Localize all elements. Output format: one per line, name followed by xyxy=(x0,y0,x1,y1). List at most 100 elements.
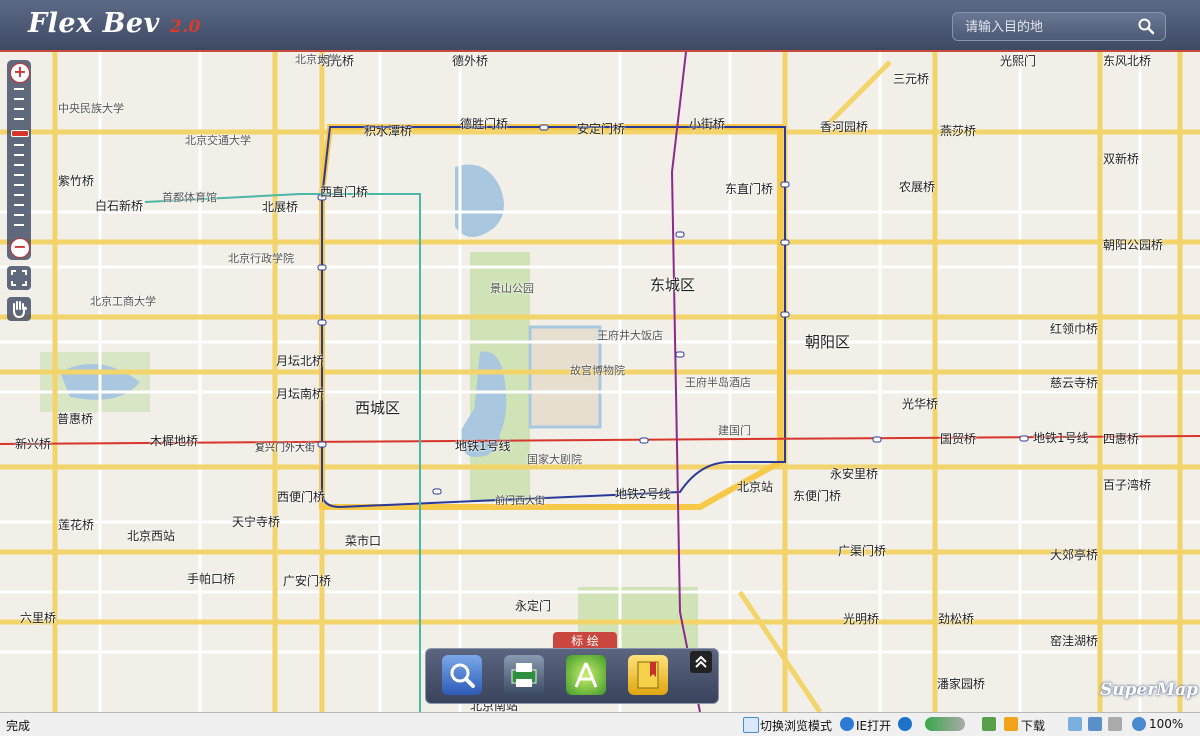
map-label: 手帕口桥 xyxy=(187,572,236,586)
map-label: 东便门桥 xyxy=(793,489,842,503)
zoom-out-button[interactable]: − xyxy=(10,238,30,258)
map-label: 北京交通大学 xyxy=(185,134,251,147)
map-label: 潘家园桥 xyxy=(937,677,986,691)
map-canvas[interactable]: 西城区 东城区 朝阳区 地铁1号线 地铁2号线 地铁1号线 明光桥 德外桥 积水… xyxy=(0,52,1200,712)
magnifier-icon xyxy=(450,663,475,688)
map-label: 王府井大饭店 xyxy=(597,329,663,342)
map-label: 窑洼湖桥 xyxy=(1050,634,1099,648)
map-label: 双新桥 xyxy=(1103,152,1140,166)
map-label: 三元桥 xyxy=(893,72,930,86)
screen-icon[interactable] xyxy=(1088,717,1102,731)
map-label: 首都体育馆 xyxy=(162,191,217,204)
map-label: 光熙门 xyxy=(1000,54,1037,68)
map-label: 北京行政学院 xyxy=(228,252,294,265)
map-label: 北京站 xyxy=(737,480,774,494)
search-box xyxy=(952,12,1166,41)
double-chevron-up-icon xyxy=(695,655,707,668)
map-label: 四惠桥 xyxy=(1103,432,1140,446)
bookmark-icon xyxy=(637,661,659,689)
map-label: 国贸桥 xyxy=(940,432,977,446)
map-label: 安定门桥 xyxy=(577,122,626,136)
hand-icon xyxy=(13,301,27,319)
pan-button[interactable] xyxy=(7,297,31,321)
map-label: 建国门 xyxy=(718,424,751,437)
map-label: 白石新桥 xyxy=(95,199,144,213)
zoom-icon[interactable] xyxy=(1132,717,1146,731)
map-label: 永安里桥 xyxy=(830,467,879,481)
map-label: 月坛南桥 xyxy=(276,387,325,401)
map-label: 北京工商大学 xyxy=(90,295,156,308)
map-label: 北展桥 xyxy=(262,200,299,214)
ie-icon xyxy=(840,717,854,731)
ie-open-link[interactable]: IE打开 xyxy=(856,717,891,734)
logo-version: 2.0 xyxy=(169,17,201,37)
map-label: 王府半岛酒店 xyxy=(685,376,751,389)
map-label: 大郊亭桥 xyxy=(1050,548,1099,562)
map-label: 新兴桥 xyxy=(15,437,52,451)
calendar-icon[interactable] xyxy=(982,717,996,731)
bookmark-tool-button[interactable] xyxy=(628,655,668,695)
collapse-dock-button[interactable] xyxy=(690,651,712,673)
map-label: 光明桥 xyxy=(843,612,880,626)
map-roads xyxy=(0,52,1200,712)
map-label: 莲花桥 xyxy=(58,518,95,532)
map-label: 香河园桥 xyxy=(820,120,869,134)
plot-tool-button[interactable] xyxy=(566,655,606,695)
plot-icon xyxy=(574,662,598,688)
destination-search-input[interactable] xyxy=(963,17,1127,37)
search-tool-button[interactable] xyxy=(442,655,482,695)
switch-mode-link[interactable]: 切换浏览模式 xyxy=(760,717,832,734)
zoom-in-button[interactable]: + xyxy=(10,63,30,83)
map-label: 慈云寺桥 xyxy=(1050,376,1099,390)
fullscreen-icon xyxy=(11,270,27,286)
folder-icon xyxy=(743,717,759,733)
browser-status-bar: 完成 切换浏览模式 IE打开 下载 100% xyxy=(0,712,1200,736)
toolbar-dock xyxy=(425,648,719,704)
phone-icon[interactable] xyxy=(1068,717,1082,731)
map-label: 东直门桥 xyxy=(725,182,774,196)
globe-icon[interactable] xyxy=(898,717,912,731)
search-icon[interactable] xyxy=(1137,17,1155,35)
map-label: 东风北桥 xyxy=(1103,54,1152,68)
zoom-level[interactable]: 100% xyxy=(1149,717,1183,731)
map-label: 紫竹桥 xyxy=(58,174,95,188)
map-label: 永定门 xyxy=(515,599,552,613)
app-header: Flex Bev 2.0 xyxy=(0,0,1200,52)
map-label: 百子湾桥 xyxy=(1103,478,1152,492)
map-label: 六里桥 xyxy=(20,611,57,625)
download-icon[interactable] xyxy=(1004,717,1018,731)
download-link[interactable]: 下载 xyxy=(1021,717,1045,734)
status-text: 完成 xyxy=(6,719,31,733)
print-tool-button[interactable] xyxy=(504,655,544,695)
district-label: 西城区 xyxy=(355,399,401,417)
map-label: 西直门桥 xyxy=(320,185,369,199)
map-label: 朝阳公园桥 xyxy=(1103,238,1164,252)
zoom-slider-thumb[interactable] xyxy=(11,130,29,137)
full-extent-button[interactable] xyxy=(7,266,31,290)
zoom-slider[interactable]: + − xyxy=(7,60,31,260)
map-label: 广渠门桥 xyxy=(838,544,887,558)
subway-line-label: 地铁2号线 xyxy=(615,487,671,501)
map-label: 积水潭桥 xyxy=(364,124,413,138)
speaker-icon[interactable] xyxy=(1108,717,1122,731)
map-label: 劲松桥 xyxy=(938,612,975,626)
map-label: 菜市口 xyxy=(345,534,382,548)
map-label: 景山公园 xyxy=(490,282,534,295)
map-label: 国家大剧院 xyxy=(527,453,582,466)
app-logo: Flex Bev 2.0 xyxy=(28,8,201,39)
subway-line-label: 地铁1号线 xyxy=(455,439,511,453)
supermap-watermark: SuperMap xyxy=(1100,680,1199,700)
map-label: 复兴门外大街 xyxy=(255,443,315,454)
map-label: 木樨地桥 xyxy=(150,434,199,448)
status-indicator-icon[interactable] xyxy=(925,717,965,731)
map-label: 农展桥 xyxy=(899,180,936,194)
map-label: 红领巾桥 xyxy=(1050,322,1099,336)
map-label: 燕莎桥 xyxy=(940,124,977,138)
map-label: 光华桥 xyxy=(902,397,939,411)
map-label: 月坛北桥 xyxy=(276,354,325,368)
map-label: 中央民族大学 xyxy=(58,102,124,115)
district-label: 东城区 xyxy=(650,276,696,294)
map-label: 故宫博物院 xyxy=(570,364,625,377)
map-label: 北京大学 xyxy=(295,53,339,66)
district-label: 朝阳区 xyxy=(805,333,851,351)
